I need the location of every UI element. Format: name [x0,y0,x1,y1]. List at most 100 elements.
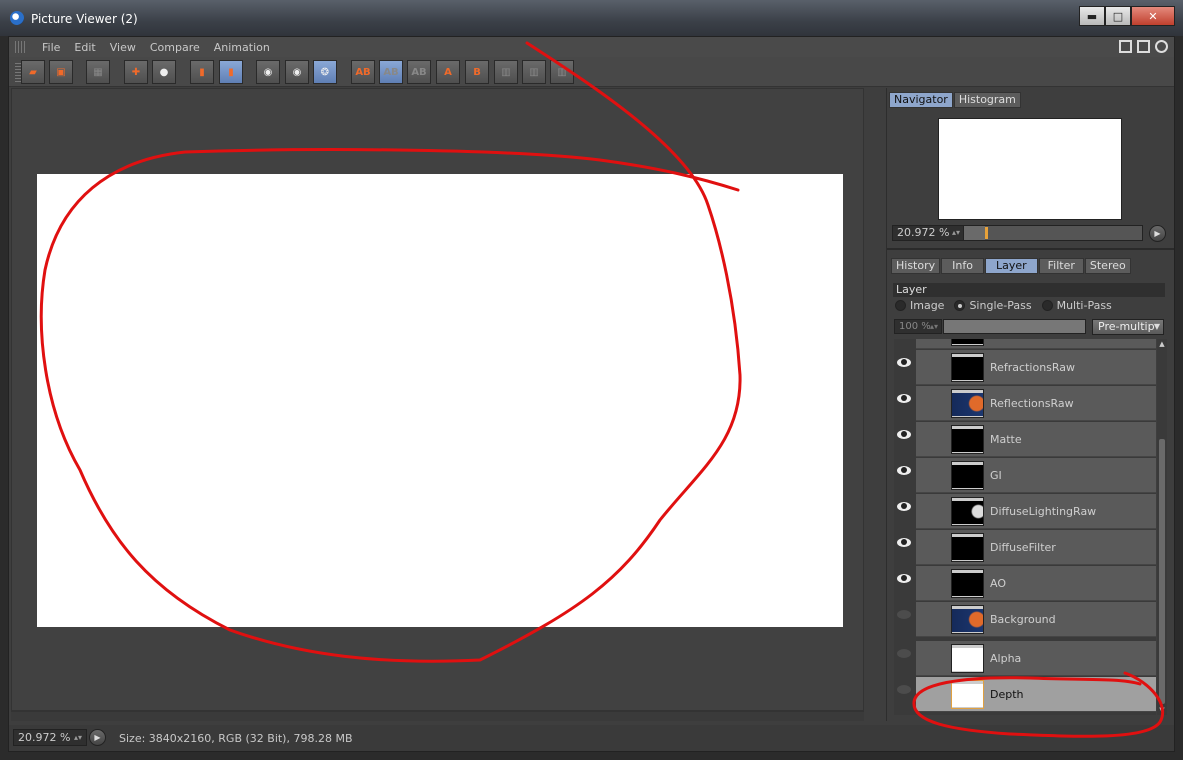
radio-multi-pass[interactable]: Multi-Pass [1041,299,1112,312]
eye-icon [897,538,911,547]
rgb-circles-icon: ❂ [320,66,330,78]
ab-compare-button[interactable]: AB [351,60,375,84]
compare-icon: ▥ [501,66,511,78]
layer-row-ao[interactable]: AO [894,566,1156,602]
navigator-preview[interactable] [938,118,1122,220]
set-b-button[interactable]: B [465,60,489,84]
menu-animation[interactable]: Animation [207,41,277,54]
stepper-icon[interactable]: ▴▾ [952,226,960,240]
layer-row-depth[interactable]: Depth [894,677,1156,713]
stepper-icon[interactable]: ▴▾ [930,320,938,333]
maximize-button[interactable]: □ [1105,6,1131,26]
layer-cell: Depth [916,677,1156,712]
menu-grip-icon[interactable] [15,41,27,53]
layer-thumbnail [951,339,984,346]
tab-histogram[interactable]: Histogram [953,92,1021,108]
radio-image[interactable]: Image [895,299,944,312]
radio-single-pass[interactable]: Single-Pass [954,299,1032,312]
zoom-field[interactable]: 20.972 % ▴▾ [13,729,87,746]
visibility-toggle[interactable] [894,641,914,677]
title-bar: Picture Viewer (2) ▬ □ ✕ [0,0,1183,36]
layer-row-background[interactable]: Background [894,602,1156,638]
visibility-toggle[interactable] [894,677,914,713]
delete-all-button[interactable]: ▮ [219,60,243,84]
scroll-down-icon[interactable]: ▼ [1157,705,1167,715]
menu-file[interactable]: File [35,41,67,54]
scroll-up-icon[interactable]: ▲ [1157,339,1167,349]
picture-viewer-window: File Edit View Compare Animation ▰ ▣ ▦ ✚… [8,36,1175,752]
layer-thumbnail [951,353,984,382]
open-file-button[interactable]: ▰ [21,60,45,84]
cinema4d-logo-icon [10,11,24,25]
layer-list: RefractionsRaw ReflectionsRaw Matte GI Diffu… [894,339,1156,715]
compare-mid-button[interactable]: ▥ [522,60,546,84]
menu-view[interactable]: View [103,41,143,54]
add-panel-icon[interactable] [1137,40,1150,53]
eye-icon [897,574,911,583]
layer-name: ReflectionsRaw [990,397,1074,410]
panel-layout-icon[interactable] [1119,40,1132,53]
layer-row-gi[interactable]: GI [894,458,1156,494]
navigator-zoom-slider[interactable] [963,225,1143,241]
layer-row-refractionsraw[interactable]: RefractionsRaw [894,350,1156,386]
ab-swap-icon: AB [383,66,399,78]
visibility-toggle[interactable] [894,530,914,566]
save-button[interactable]: ▣ [49,60,73,84]
layer-row-reflectionsraw[interactable]: ReflectionsRaw [894,386,1156,422]
compare-right-button[interactable]: ▥ [550,60,574,84]
view-image-button[interactable]: ◉ [256,60,280,84]
zoom-menu-button[interactable]: ▶ [89,729,106,746]
ab-split-icon: AB [411,66,427,78]
tab-filter[interactable]: Filter [1038,258,1084,274]
visibility-toggle[interactable] [894,350,914,386]
layer-cell [916,339,1156,349]
render-queue-button[interactable]: ● [152,60,176,84]
set-a-button[interactable]: A [436,60,460,84]
layer-name: Matte [990,433,1022,446]
visibility-toggle[interactable] [894,602,914,638]
panel-tabs: History Info Layer Filter Stereo [891,258,1132,274]
compare-left-button[interactable]: ▥ [494,60,518,84]
stepper-icon[interactable]: ▴▾ [74,730,82,745]
delete-button[interactable]: ▮ [190,60,214,84]
layer-row-diffuselightingraw[interactable]: DiffuseLightingRaw [894,494,1156,530]
slider-fill [964,226,986,240]
opacity-slider[interactable] [943,319,1086,334]
navigator-menu-button[interactable]: ▶ [1149,225,1166,242]
play-icon: ▶ [1154,229,1161,238]
tab-stereo[interactable]: Stereo [1084,258,1131,274]
menu-compare[interactable]: Compare [143,41,207,54]
visibility-toggle[interactable] [894,458,914,494]
image-viewport[interactable] [11,88,864,711]
layer-list-scrollbar[interactable]: ▲ ▼ [1157,339,1167,715]
tab-info[interactable]: Info [941,258,984,274]
view-channels-button[interactable]: ❂ [313,60,337,84]
tab-layer[interactable]: Layer [984,258,1038,274]
menu-edit[interactable]: Edit [67,41,102,54]
visibility-toggle[interactable] [894,422,914,458]
minimize-button[interactable]: ▬ [1079,6,1105,26]
radio-label: Single-Pass [969,299,1032,312]
ab-split-button[interactable]: AB [407,60,431,84]
move-panel-icon[interactable] [1155,40,1168,53]
opacity-field[interactable]: 100 % ▴▾ [894,319,942,334]
tab-history[interactable]: History [891,258,941,274]
close-button[interactable]: ✕ [1131,6,1175,26]
ab-swap-button[interactable]: AB [379,60,403,84]
render-settings-button[interactable]: ✚ [124,60,148,84]
layer-row-matte[interactable]: Matte [894,422,1156,458]
render-region-button[interactable]: ▦ [86,60,110,84]
visibility-toggle[interactable] [894,494,914,530]
scroll-thumb[interactable] [1159,439,1165,704]
slider-knob[interactable] [985,227,989,239]
view-image-b-button[interactable]: ◉ [285,60,309,84]
visibility-toggle[interactable] [894,566,914,602]
blend-mode-select[interactable]: Pre-multip ▼ [1092,319,1164,335]
layer-row-alpha[interactable]: Alpha [894,641,1156,677]
visibility-toggle[interactable] [894,386,914,422]
horizontal-scrollbar[interactable] [11,711,864,721]
radio-dot [954,300,966,311]
navigator-zoom-field[interactable]: 20.972 % ▴▾ [892,225,964,241]
tab-navigator[interactable]: Navigator [889,92,953,108]
layer-row-diffusefilter[interactable]: DiffuseFilter [894,530,1156,566]
